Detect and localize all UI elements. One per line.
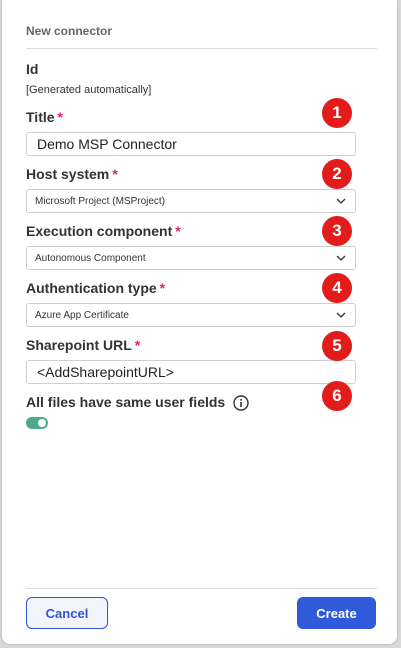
execution-component-label: Execution component *	[26, 223, 181, 239]
annotation-marker-2: 2	[322, 159, 352, 189]
cancel-button[interactable]: Cancel	[26, 597, 108, 629]
required-marker: *	[159, 280, 166, 296]
host-system-value: Microsoft Project (MSProject)	[35, 195, 166, 207]
annotation-marker-4: 4	[322, 273, 352, 303]
authentication-type-label: Authentication type *	[26, 280, 165, 296]
chevron-down-icon	[335, 252, 347, 264]
chevron-down-icon	[335, 309, 347, 321]
id-label-text: Id	[26, 61, 39, 77]
execution-component-value: Autonomous Component	[35, 252, 146, 264]
sharepoint-url-label-text: Sharepoint URL	[26, 337, 132, 353]
title-label: Title *	[26, 109, 63, 125]
required-marker: *	[112, 166, 118, 182]
same-user-fields-toggle[interactable]	[26, 417, 48, 429]
annotation-marker-3: 3	[322, 216, 352, 246]
authentication-type-value: Azure App Certificate	[35, 309, 129, 321]
sharepoint-url-label: Sharepoint URL *	[26, 337, 140, 353]
authentication-type-select[interactable]: Azure App Certificate	[26, 303, 356, 327]
info-icon[interactable]	[233, 395, 249, 411]
annotation-marker-5: 5	[322, 331, 352, 361]
execution-component-label-text: Execution component	[26, 223, 173, 239]
id-label: Id	[26, 61, 38, 77]
host-system-label-text: Host system	[26, 166, 110, 182]
chevron-down-icon	[335, 195, 347, 207]
annotation-marker-6: 6	[322, 381, 352, 411]
dialog-title: New connector	[26, 24, 113, 38]
toggle-knob	[38, 419, 46, 427]
title-input[interactable]	[26, 132, 356, 156]
annotation-marker-1: 1	[322, 98, 352, 128]
footer-divider	[26, 588, 377, 589]
required-marker: *	[134, 337, 141, 353]
new-connector-dialog: New connector Id [Generated automaticall…	[2, 0, 397, 644]
same-user-fields-label: All files have same user fields	[26, 394, 249, 411]
id-value: [Generated automatically]	[26, 84, 152, 96]
execution-component-select[interactable]: Autonomous Component	[26, 246, 356, 270]
sharepoint-url-input[interactable]	[26, 360, 356, 384]
authentication-type-label-text: Authentication type	[26, 280, 157, 296]
required-marker: *	[57, 109, 63, 125]
same-user-fields-label-text: All files have same user fields	[26, 394, 226, 410]
required-marker: *	[175, 223, 181, 239]
header-divider	[26, 48, 377, 49]
create-button[interactable]: Create	[297, 597, 376, 629]
title-label-text: Title	[26, 109, 55, 125]
host-system-label: Host system *	[26, 166, 118, 182]
host-system-select[interactable]: Microsoft Project (MSProject)	[26, 189, 356, 213]
